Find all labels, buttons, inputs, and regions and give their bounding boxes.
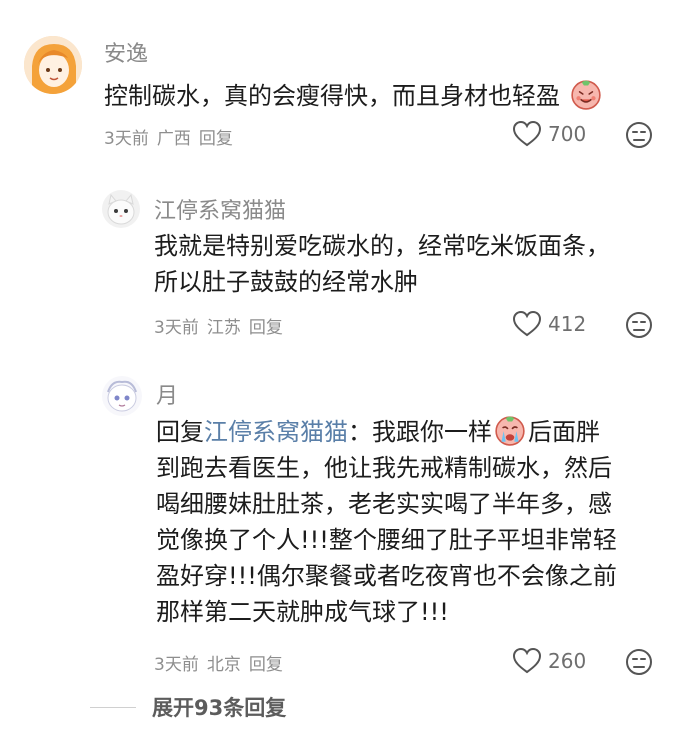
comment-location: 北京 bbox=[206, 655, 241, 675]
dislike-face-icon[interactable] bbox=[624, 310, 654, 340]
comment-text-line: 所以肚子鼓鼓的经常水肿 bbox=[154, 268, 418, 296]
blushing-face-emoji-icon bbox=[570, 80, 601, 110]
comment-text-line: 盈好穿!!!偶尔聚餐或者吃夜宵也不会像之前 bbox=[156, 562, 617, 590]
avatar[interactable] bbox=[102, 190, 140, 228]
reply-button[interactable]: 回复 bbox=[199, 129, 233, 149]
reply-button[interactable]: 回复 bbox=[249, 318, 283, 338]
comment-username[interactable]: 月 bbox=[156, 378, 178, 410]
comment-text: 我就是特别爱吃碳水的，经常吃米饭面条， 所以肚子鼓鼓的经常水肿 bbox=[154, 228, 610, 300]
comment-time: 3天前 bbox=[154, 655, 199, 675]
comment-time: 3天前 bbox=[104, 129, 149, 149]
dislike-face-icon[interactable] bbox=[624, 120, 654, 150]
heart-icon bbox=[512, 120, 542, 147]
comment-meta: 3天前 北京 回复 bbox=[154, 650, 291, 675]
comment-meta: 3天前 江苏 回复 bbox=[154, 313, 291, 338]
comment-text-line: 喝细腰妹肚肚茶，老老实实喝了半年多，感 bbox=[156, 490, 612, 518]
like-button[interactable]: 260 bbox=[512, 647, 586, 675]
expand-replies-label: 展开93条回复 bbox=[152, 696, 287, 720]
expand-replies-button[interactable]: 展开93条回复 bbox=[90, 692, 286, 722]
comment-text-line: 到跑去看医生，他让我先戒精制碳水，然后 bbox=[156, 454, 612, 482]
comment-text-line: 回复江停系窝猫猫：我跟你一样 后面胖 bbox=[156, 414, 617, 450]
dislike-face-icon[interactable] bbox=[624, 647, 654, 677]
comment-username[interactable]: 安逸 bbox=[104, 36, 148, 68]
like-count: 412 bbox=[548, 312, 587, 336]
reply-button[interactable]: 回复 bbox=[249, 655, 283, 675]
comment-text-segment: ：我跟你一样 bbox=[348, 418, 492, 446]
heart-icon bbox=[512, 647, 542, 674]
heart-icon bbox=[512, 310, 542, 337]
comment-location: 广西 bbox=[156, 129, 191, 149]
like-count: 700 bbox=[548, 122, 587, 146]
mention-link[interactable]: 江停系窝猫猫 bbox=[204, 418, 348, 446]
comment-username[interactable]: 江停系窝猫猫 bbox=[154, 193, 286, 225]
comment-time: 3天前 bbox=[154, 318, 199, 338]
comment-text: 回复江停系窝猫猫：我跟你一样 后面胖 到跑去看医生，他让我先戒精制碳水，然后 喝… bbox=[156, 414, 617, 630]
comment-meta: 3天前 广西 回复 bbox=[104, 124, 241, 149]
comment-text-body: 控制碳水，真的会瘦得快，而且身材也轻盈 bbox=[104, 82, 560, 110]
crying-face-emoji-icon bbox=[495, 416, 525, 446]
comment-text-line: 那样第二天就肿成气球了!!! bbox=[156, 598, 449, 626]
avatar[interactable] bbox=[102, 376, 142, 416]
like-button[interactable]: 412 bbox=[512, 310, 586, 338]
avatar[interactable] bbox=[24, 36, 82, 94]
comment-text-segment: 后面胖 bbox=[528, 418, 600, 446]
reply-prefix: 回复 bbox=[156, 418, 204, 446]
comment-text-line: 觉像换了个人!!!整个腰细了肚子平坦非常轻 bbox=[156, 526, 617, 554]
comment-location: 江苏 bbox=[206, 318, 241, 338]
comment-text: 控制碳水，真的会瘦得快，而且身材也轻盈 bbox=[104, 78, 604, 114]
comment-text-line: 我就是特别爱吃碳水的，经常吃米饭面条， bbox=[154, 232, 610, 260]
divider bbox=[90, 706, 136, 708]
like-button[interactable]: 700 bbox=[512, 120, 586, 148]
like-count: 260 bbox=[548, 649, 587, 673]
